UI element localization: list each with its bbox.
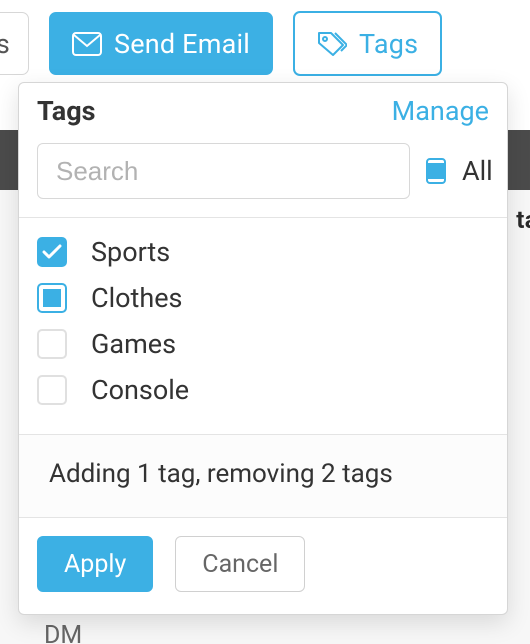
checkbox-checked[interactable] bbox=[37, 237, 67, 267]
tag-label: Console bbox=[91, 374, 189, 406]
search-row: All bbox=[19, 143, 507, 217]
tag-label: Clothes bbox=[91, 282, 183, 314]
tag-label: Sports bbox=[91, 236, 170, 268]
tag-row-sports[interactable]: Sports bbox=[37, 236, 489, 268]
panel-footer: Apply Cancel bbox=[19, 517, 507, 614]
tag-row-clothes[interactable]: Clothes bbox=[37, 282, 489, 314]
root: ta DM ces Send Email Tags bbox=[0, 0, 530, 644]
summary-bar: Adding 1 tag, removing 2 tags bbox=[19, 434, 507, 517]
check-icon bbox=[42, 244, 62, 260]
checkbox-indeterminate[interactable] bbox=[37, 283, 67, 313]
toolbar: ces Send Email Tags bbox=[0, 11, 442, 76]
checkbox-unchecked[interactable] bbox=[37, 329, 67, 359]
tags-dropdown-panel: Tags Manage All Sports bbox=[18, 82, 508, 615]
mail-icon bbox=[72, 32, 102, 56]
tag-list: Sports Clothes Games Console bbox=[19, 218, 507, 434]
square-icon bbox=[43, 289, 61, 307]
checkbox-unchecked[interactable] bbox=[37, 375, 67, 405]
tag-label: Games bbox=[91, 328, 176, 360]
tags-button[interactable]: Tags bbox=[293, 11, 442, 76]
partial-button-label: ces bbox=[0, 28, 10, 60]
manage-link[interactable]: Manage bbox=[392, 95, 489, 127]
search-input[interactable] bbox=[37, 143, 410, 199]
select-all-label: All bbox=[462, 155, 493, 187]
tag-icon bbox=[317, 31, 347, 57]
bg-pm-fragment: DM bbox=[44, 621, 82, 644]
tag-row-games[interactable]: Games bbox=[37, 328, 489, 360]
square-icon bbox=[428, 163, 444, 179]
panel-title: Tags bbox=[37, 95, 96, 127]
bg-right-fragment: ta bbox=[516, 206, 530, 234]
panel-header: Tags Manage bbox=[19, 83, 507, 143]
tag-row-console[interactable]: Console bbox=[37, 374, 489, 406]
select-all-checkbox[interactable] bbox=[426, 158, 446, 184]
cancel-button[interactable]: Cancel bbox=[175, 536, 305, 592]
tags-button-label: Tags bbox=[359, 28, 418, 60]
apply-button[interactable]: Apply bbox=[37, 536, 153, 592]
send-email-label: Send Email bbox=[114, 28, 250, 60]
send-email-button[interactable]: Send Email bbox=[49, 12, 273, 75]
partial-button[interactable]: ces bbox=[0, 12, 29, 75]
